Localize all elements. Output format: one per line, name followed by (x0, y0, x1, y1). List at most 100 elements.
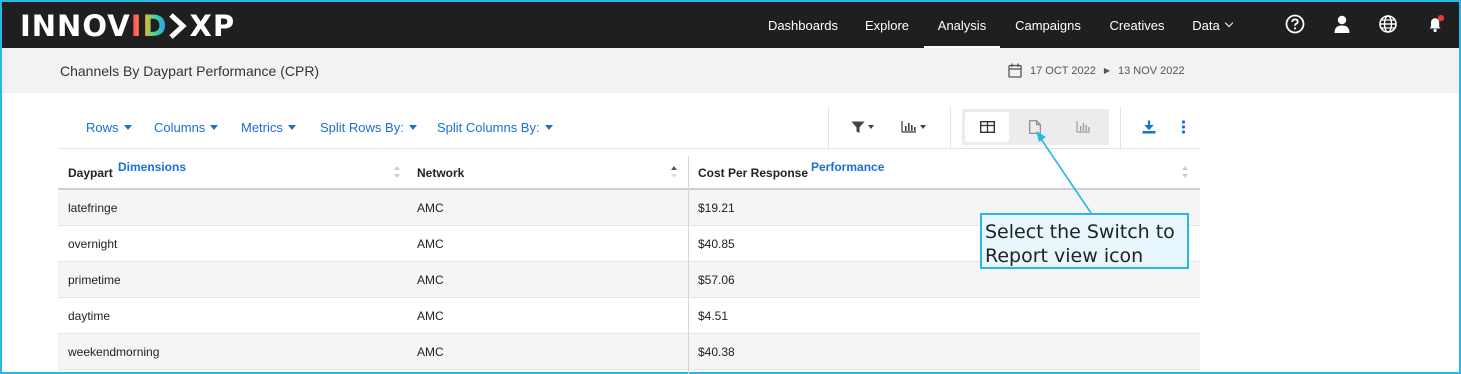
toolbar-divider (828, 106, 829, 148)
more-options-icon (1181, 120, 1186, 134)
column-header-daypart-label: Daypart (68, 166, 113, 180)
performance-group-label: Performance (811, 160, 885, 174)
column-divider (688, 156, 689, 374)
metrics-label: Metrics (241, 120, 283, 135)
nav-campaigns[interactable]: Campaigns (1006, 2, 1090, 48)
cell-daypart: primetime (68, 273, 121, 287)
column-header-cpr-label: Cost Per Response (698, 166, 809, 180)
callout-text-line1: Select the Switch to (985, 221, 1175, 243)
logo-text-left: INNOV (20, 9, 131, 43)
filter-button[interactable] (851, 118, 874, 136)
user-icon[interactable] (1332, 14, 1352, 34)
table-row[interactable]: weekendmorning AMC $40.38 (58, 334, 1200, 370)
callout-text-line2: Report view icon (985, 245, 1144, 267)
download-button[interactable] (1142, 118, 1156, 136)
nav-creatives[interactable]: Creatives (1099, 2, 1175, 48)
table-row[interactable]: daytime AMC $4.51 (58, 298, 1200, 334)
split-rows-label: Split Rows By: (320, 120, 404, 135)
cell-daypart: latefringe (68, 201, 118, 215)
report-view-button[interactable] (1013, 112, 1057, 142)
more-options-button[interactable] (1181, 118, 1186, 136)
column-header-network-label: Network (417, 166, 465, 180)
logo-text-right: XP (189, 9, 236, 43)
table-header: Daypart Dimensions Network Cost Per Resp… (58, 148, 1200, 190)
caret-down-icon (920, 125, 926, 129)
instruction-callout: Select the Switch to Report view icon (980, 213, 1189, 269)
calendar-icon (1008, 63, 1022, 78)
notification-bell-icon[interactable] (1426, 14, 1446, 34)
cell-cost-per-response: $40.38 (698, 345, 735, 359)
dimensions-group-label: Dimensions (118, 160, 187, 174)
chart-options-icon (901, 121, 916, 133)
cell-network: AMC (417, 273, 444, 287)
nav-analysis[interactable]: Analysis (924, 2, 1000, 48)
nav-explore-label: Explore (864, 17, 910, 33)
app-logo[interactable]: INNOV ID XP (20, 8, 235, 44)
cell-cost-per-response: $4.51 (698, 309, 729, 323)
nav-creatives-label: Creatives (1109, 17, 1165, 33)
table-view-button[interactable] (965, 112, 1009, 142)
cell-network: AMC (417, 201, 444, 215)
sort-ascending-icon[interactable] (670, 165, 678, 179)
nav-data-dropdown[interactable]: Data (1184, 2, 1240, 48)
nav-dashboards-label: Dashboards (767, 17, 839, 33)
view-switch-group (962, 109, 1109, 145)
filter-icon (851, 121, 865, 133)
cell-network: AMC (417, 309, 444, 323)
chart-options-button[interactable] (901, 118, 926, 136)
cell-daypart: weekendmorning (68, 345, 160, 359)
chart-view-button[interactable] (1061, 112, 1105, 142)
table-view-icon (979, 121, 995, 133)
date-start: 17 OCT 2022 (1030, 64, 1096, 77)
caret-down-icon (123, 125, 132, 130)
rows-label: Rows (86, 120, 119, 135)
nav-analysis-label: Analysis (937, 17, 987, 33)
page-header: Channels By Daypart Performance (CPR) 17… (2, 48, 1459, 93)
metrics-dropdown[interactable]: Metrics (241, 120, 296, 135)
nav-data-label: Data (1192, 17, 1220, 33)
date-range-picker[interactable]: 17 OCT 2022 ▶ 13 NOV 2022 (1008, 63, 1185, 78)
notification-dot (1437, 14, 1445, 22)
split-columns-dropdown[interactable]: Split Columns By: (437, 120, 553, 135)
nav-dashboards[interactable]: Dashboards (757, 2, 849, 48)
report-view-icon (1029, 120, 1041, 134)
page-title: Channels By Daypart Performance (CPR) (60, 63, 320, 79)
globe-icon[interactable] (1378, 14, 1398, 34)
caret-down-icon (868, 125, 874, 129)
download-icon (1142, 120, 1156, 134)
column-header-daypart[interactable]: Daypart Dimensions (58, 149, 408, 189)
columns-dropdown[interactable]: Columns (154, 120, 219, 135)
rows-dropdown[interactable]: Rows (86, 120, 132, 135)
cell-daypart: daytime (68, 309, 111, 323)
split-columns-label: Split Columns By: (437, 120, 540, 135)
caret-down-icon (408, 125, 417, 130)
toolbar-divider (950, 106, 951, 148)
chart-view-icon (1075, 121, 1090, 133)
cell-daypart: overnight (68, 237, 118, 251)
nav-explore[interactable]: Explore (854, 2, 920, 48)
columns-label: Columns (154, 120, 206, 135)
toolbar-divider (1120, 106, 1121, 148)
column-header-network[interactable]: Network (408, 149, 688, 189)
sort-icon[interactable] (1181, 165, 1189, 179)
caret-down-icon (544, 125, 553, 130)
logo-arrow-icon (168, 13, 187, 39)
cell-cost-per-response: $57.06 (698, 273, 735, 287)
sort-icon[interactable] (393, 165, 401, 179)
cell-network: AMC (417, 345, 444, 359)
cell-network: AMC (417, 237, 444, 251)
caret-down-icon (210, 125, 219, 130)
chevron-down-icon (1224, 18, 1233, 28)
help-icon[interactable] (1285, 14, 1305, 34)
analysis-toolbar: Rows Columns Metrics Split Rows By: Spli… (58, 106, 1200, 148)
caret-down-icon (287, 125, 296, 130)
split-rows-dropdown[interactable]: Split Rows By: (320, 120, 417, 135)
date-end: 13 NOV 2022 (1118, 64, 1185, 77)
cell-cost-per-response: $40.85 (698, 237, 735, 251)
column-header-cost-per-response[interactable]: Cost Per Response Performance (688, 149, 1200, 189)
cell-cost-per-response: $19.21 (698, 201, 735, 215)
top-navigation-bar: INNOV ID XP Dashboards Explore Analysis Ca… (2, 2, 1459, 48)
logo-text-mid: ID (130, 9, 168, 43)
caret-right-icon: ▶ (1103, 66, 1110, 75)
nav-campaigns-label: Campaigns (1015, 17, 1081, 33)
